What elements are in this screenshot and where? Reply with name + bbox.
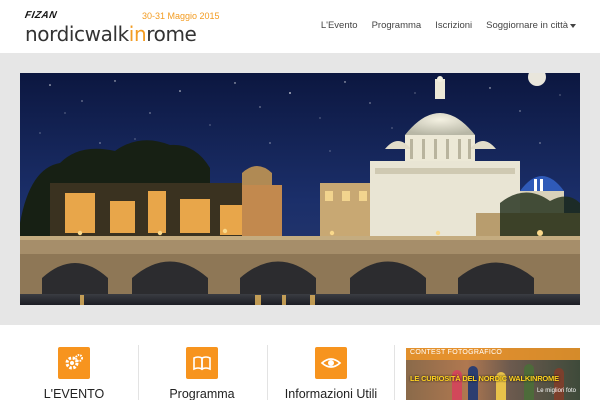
contest-headline: LE CURIOSITÀ DEL NORDIC WALKINROME: [410, 374, 559, 383]
wordmark-pre: nordicwalk: [25, 22, 129, 46]
banner-figure: [554, 368, 564, 400]
wordmark-post: rome: [146, 22, 197, 46]
gears-icon: [58, 347, 90, 379]
nav-item-soggiornare[interactable]: Soggiornare in città: [486, 20, 576, 31]
feature-label: L'EVENTO: [43, 387, 105, 400]
main-nav: L'Evento Programma Iscrizioni Soggiornar…: [321, 20, 576, 31]
contest-banner[interactable]: CONTEST FOTOGRAFICO LE CURIOSITÀ DEL NOR…: [406, 348, 580, 400]
hero-band: [0, 53, 600, 325]
divider: [138, 345, 139, 400]
event-dates: 30-31 Maggio 2015: [142, 11, 220, 21]
book-icon: [186, 347, 218, 379]
feature-programma[interactable]: Programma: [142, 347, 262, 400]
divider: [267, 345, 268, 400]
site-wordmark: nordicwalkinrome: [25, 22, 197, 46]
hero-image: [20, 73, 580, 305]
feature-evento[interactable]: L'EVENTO: [14, 347, 134, 400]
site-header: FIZAN 30-31 Maggio 2015 nordicwalkinrome…: [0, 0, 600, 53]
nav-item-evento[interactable]: L'Evento: [321, 20, 358, 31]
nav-item-programma[interactable]: Programma: [372, 20, 422, 31]
feature-info[interactable]: Informazioni Utili: [271, 347, 391, 400]
sponsor-logo: FIZAN: [24, 10, 58, 21]
banner-figure: [468, 366, 478, 400]
site-logo[interactable]: FIZAN 30-31 Maggio 2015 nordicwalkinrome: [24, 10, 225, 46]
wordmark-accent: in: [128, 22, 147, 46]
bridge: [20, 228, 580, 294]
feature-row: L'EVENTO Programma Informazioni Utili CO…: [0, 325, 600, 400]
contest-subtitle: Le migliori foto: [536, 388, 576, 394]
eye-icon: [315, 347, 347, 379]
contest-title: CONTEST FOTOGRAFICO: [410, 349, 503, 356]
chevron-down-icon: [570, 23, 576, 28]
divider: [394, 345, 395, 400]
feature-label: Informazioni Utili: [284, 387, 378, 400]
hero-slider[interactable]: [20, 73, 580, 305]
nav-item-iscrizioni[interactable]: Iscrizioni: [435, 20, 472, 31]
feature-label: Programma: [169, 387, 235, 400]
